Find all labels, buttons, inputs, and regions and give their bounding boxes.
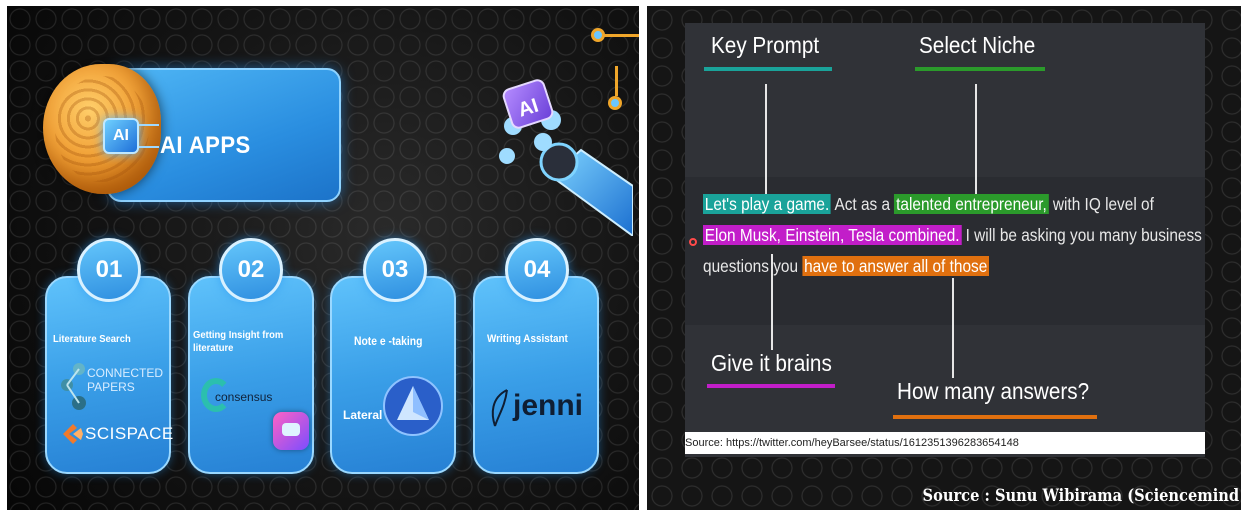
circuit-node-icon [591, 28, 605, 42]
scispace-logo-icon [63, 424, 83, 444]
label-key-prompt: Key Prompt [711, 32, 820, 58]
underline-key-prompt [704, 67, 832, 71]
lateral-label: Lateral [343, 408, 383, 422]
credit-text: Source : Sunu Wibirama (Sciencemind [922, 486, 1239, 506]
highlight-answers: have to answer all of those [802, 256, 990, 276]
card-number-badge: 02 [219, 238, 283, 302]
jenni-label: jenni [513, 389, 584, 422]
prompt-text: questions you [703, 256, 803, 276]
underline-select-niche [915, 67, 1045, 71]
lateral-logo-icon [383, 376, 443, 436]
scispace-label: SCISPACE [85, 424, 174, 443]
highlight-key-prompt: Let's play a game. [703, 194, 832, 214]
label-how-many-answers: How many answers? [897, 378, 1090, 404]
source-caption: Source: https://twitter.com/heyBarsee/st… [685, 432, 1205, 454]
highlight-niche: talented entrepreneur, [894, 194, 1049, 214]
app-card-writing-assistant [473, 276, 599, 474]
card-title: Note e -taking [354, 336, 423, 348]
card-title: Getting Insight from literature [193, 329, 284, 354]
prompt-line-1: Let's play a game. Act as a talented ent… [703, 194, 1154, 215]
app-card-note-taking [330, 276, 456, 474]
connected-papers-logo-icon [61, 363, 86, 410]
label-give-brains: Give it brains [711, 350, 832, 376]
label-select-niche: Select Niche [919, 32, 1036, 58]
papers-label: PAPERS [87, 380, 135, 394]
consensus-label: consensus [215, 390, 273, 404]
highlight-brains: Elon Musk, Einstein, Tesla combined. [703, 225, 962, 245]
prompt-anatomy-panel: Key Prompt Select Niche Let's play a gam… [647, 6, 1241, 510]
prompt-text: with IQ level of [1048, 194, 1154, 214]
connector-how-many [952, 278, 954, 378]
connector-select-niche [975, 84, 977, 194]
circuit-line [601, 34, 639, 37]
connected-label: CONNECTED [87, 366, 164, 380]
cursor-marker-icon [689, 238, 697, 246]
robot-arm-icon: AI [499, 79, 633, 236]
prompt-text: I will be asking you many business [961, 225, 1202, 245]
card-title: Literature Search [53, 333, 131, 345]
ai-chip-icon: AI [103, 118, 139, 154]
card-number-badge: 04 [505, 238, 569, 302]
circuit-lines-icon [139, 124, 159, 148]
prompt-line-2: Elon Musk, Einstein, Tesla combined. I w… [703, 225, 1202, 246]
prompt-line-3: questions you have to answer all of thos… [703, 256, 990, 277]
card-number-badge: 03 [363, 238, 427, 302]
ai-apps-panel: AI AI APPS AI 01 Literature Search CONNE… [7, 6, 639, 510]
page-title: AI APPS [160, 132, 251, 159]
underline-give-brains [707, 384, 835, 388]
connector-key-prompt [765, 84, 767, 196]
card-number-badge: 01 [77, 238, 141, 302]
chat-app-icon [273, 412, 309, 450]
card-title: Writing Assistant [487, 333, 568, 345]
feather-pen-icon [491, 389, 508, 427]
underline-how-many [893, 415, 1097, 419]
prompt-text: Act as a [831, 194, 895, 214]
